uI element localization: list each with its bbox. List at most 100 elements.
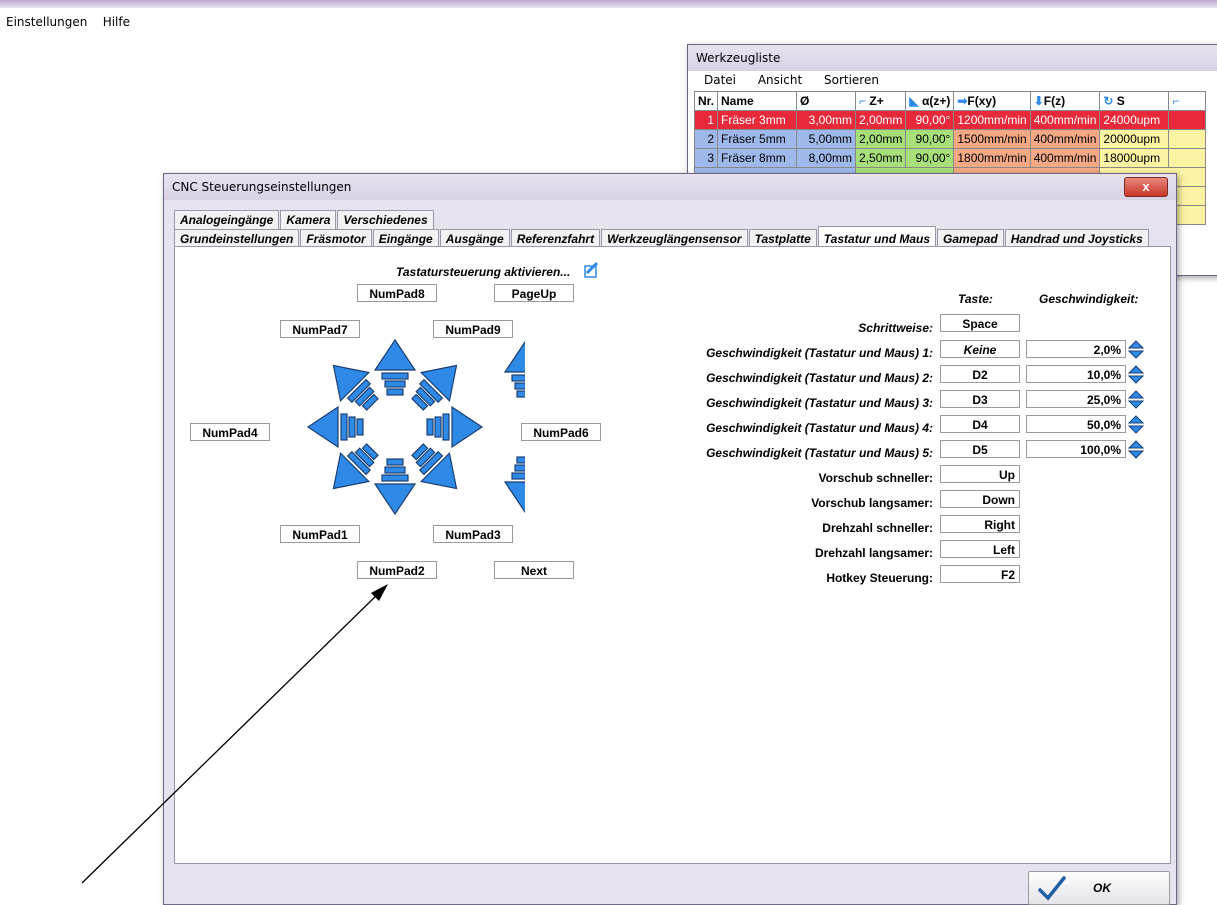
z-step-icon: ⌐ bbox=[859, 94, 867, 108]
ok-button[interactable]: OK bbox=[1028, 871, 1170, 905]
arrow-up-right-icon[interactable] bbox=[402, 350, 472, 420]
speed-4-key-field[interactable]: D4 bbox=[940, 415, 1020, 433]
table-row[interactable]: 1 Fräser 3mm 3,00mm 2,00mm 90,00° 1200mm… bbox=[693, 110, 1207, 130]
arrow-down-left-icon[interactable] bbox=[318, 434, 388, 504]
col-angle[interactable]: ◣ α(z+) bbox=[905, 91, 955, 111]
col-z[interactable]: ⌐ Z+ bbox=[855, 91, 907, 111]
table-row[interactable]: 2 Fräser 5mm 5,00mm 2,00mm 90,00° 1500mm… bbox=[693, 129, 1207, 149]
key-numpad7[interactable]: NumPad7 bbox=[280, 320, 360, 338]
speed-4-value-field[interactable]: 50,0% bbox=[1026, 415, 1126, 433]
key-numpad4[interactable]: NumPad4 bbox=[190, 423, 270, 441]
cell-fxy: 1200mm/min bbox=[953, 110, 1031, 130]
speed-3-key-field[interactable]: D3 bbox=[940, 390, 1020, 408]
speed-1-value-field[interactable]: 2,0% bbox=[1026, 340, 1126, 358]
col-angle-label: α(z+) bbox=[921, 94, 951, 108]
key-pageup[interactable]: PageUp bbox=[494, 284, 574, 302]
tool-list-menu: Datei Ansicht Sortieren bbox=[698, 73, 891, 87]
col-nr[interactable]: Nr. bbox=[693, 91, 719, 111]
arrow-up-icon[interactable] bbox=[374, 339, 416, 396]
feed-slower-key-field[interactable]: Down bbox=[940, 490, 1020, 508]
speed-3-label: Geschwindigkeit (Tastatur und Maus) 3: bbox=[706, 396, 933, 410]
rotate-icon: ↻ bbox=[1103, 94, 1114, 108]
speed-5-spinner-icon[interactable] bbox=[1128, 440, 1144, 460]
speed-1-key-field[interactable]: Keine bbox=[940, 340, 1020, 358]
feed-faster-key-field[interactable]: Up bbox=[940, 465, 1020, 483]
speed-2-label: Geschwindigkeit (Tastatur und Maus) 2: bbox=[706, 371, 933, 385]
menu-hilfe[interactable]: Hilfe bbox=[97, 12, 136, 32]
col-s-label: S bbox=[1116, 94, 1125, 108]
cell-nr: 3 bbox=[693, 148, 719, 168]
speed-2-key-field[interactable]: D2 bbox=[940, 365, 1020, 383]
spindle-slower-key-field[interactable]: Left bbox=[940, 540, 1020, 558]
speed-4-label: Geschwindigkeit (Tastatur und Maus) 4: bbox=[706, 421, 933, 435]
arrow-right-icon[interactable] bbox=[426, 406, 483, 448]
arrow-down-icon: ⬇ bbox=[1033, 94, 1044, 108]
cell-s: 24000upm bbox=[1099, 110, 1170, 130]
close-button[interactable]: x bbox=[1124, 177, 1168, 197]
cnc-settings-dialog: CNC Steuerungseinstellungen x Analogeing… bbox=[163, 173, 1177, 905]
key-next[interactable]: Next bbox=[494, 561, 574, 579]
main-menubar: Einstellungen Hilfe bbox=[0, 12, 136, 34]
col-diameter[interactable]: Ø bbox=[796, 91, 857, 111]
tab-row-1: Analogeingänge Kamera Verschiedenes bbox=[174, 210, 435, 229]
hotkey-control-key-field[interactable]: F2 bbox=[940, 565, 1020, 583]
cell-fz: 400mm/min bbox=[1029, 148, 1101, 168]
speed-5-value-field[interactable]: 100,0% bbox=[1026, 440, 1126, 458]
speed-4-spinner-icon[interactable] bbox=[1128, 415, 1144, 435]
col-extra[interactable]: ⌐ bbox=[1168, 91, 1207, 111]
tab-tastatur-und-maus[interactable]: Tastatur und Maus bbox=[817, 226, 937, 248]
cell-fz: 400mm/min bbox=[1029, 110, 1101, 130]
enable-keyboard-checkbox[interactable] bbox=[582, 261, 602, 279]
menu-ansicht[interactable]: Ansicht bbox=[752, 73, 802, 87]
speed-5-key-field[interactable]: D5 bbox=[940, 440, 1020, 458]
key-numpad3[interactable]: NumPad3 bbox=[433, 525, 513, 543]
cell-name: Fräser 8mm bbox=[717, 148, 798, 168]
step-key-field[interactable]: Space bbox=[940, 314, 1020, 332]
hotkey-control-label: Hotkey Steuerung: bbox=[826, 571, 933, 585]
spindle-faster-label: Drehzahl schneller: bbox=[822, 521, 933, 535]
speed-3-value-field[interactable]: 25,0% bbox=[1026, 390, 1126, 408]
keyboard-settings-panel: Tastatursteuerung aktivieren... NumPad8 … bbox=[174, 246, 1171, 864]
speed-1-spinner-icon[interactable] bbox=[1128, 340, 1144, 360]
key-numpad8[interactable]: NumPad8 bbox=[357, 284, 437, 302]
key-numpad6[interactable]: NumPad6 bbox=[521, 423, 601, 441]
tool-table-header: Nr. Name Ø ⌐ Z+ ◣ α(z+) ➡F(xy) ⬇F(z) ↻ S… bbox=[693, 91, 1207, 111]
arrow-down-right-icon[interactable] bbox=[402, 434, 472, 504]
dialog-titlebar: CNC Steuerungseinstellungen bbox=[164, 174, 1176, 200]
menu-datei[interactable]: Datei bbox=[698, 73, 736, 87]
menu-einstellungen[interactable]: Einstellungen bbox=[0, 12, 93, 32]
col-fz-label: F(z) bbox=[1043, 94, 1066, 108]
key-numpad2[interactable]: NumPad2 bbox=[357, 561, 437, 579]
col-fz[interactable]: ⬇F(z) bbox=[1029, 91, 1101, 111]
speed-2-value-field[interactable]: 10,0% bbox=[1026, 365, 1126, 383]
table-row[interactable]: 3 Fräser 8mm 8,00mm 2,50mm 90,00° 1800mm… bbox=[693, 148, 1207, 168]
tab-analogeingaenge[interactable]: Analogeingänge bbox=[174, 210, 280, 229]
speed-3-spinner-icon[interactable] bbox=[1128, 390, 1144, 410]
col-z-label: Z+ bbox=[869, 94, 884, 108]
ok-button-label: OK bbox=[1093, 881, 1111, 895]
col-name[interactable]: Name bbox=[717, 91, 798, 111]
checkmark-icon bbox=[1038, 876, 1066, 901]
cell-z: 2,50mm bbox=[855, 148, 907, 168]
arrow-z-up-icon[interactable] bbox=[504, 341, 525, 398]
cell-extra bbox=[1168, 129, 1207, 149]
cell-name: Fräser 5mm bbox=[717, 129, 798, 149]
cell-angle: 90,00° bbox=[905, 129, 955, 149]
tab-verschiedenes[interactable]: Verschiedenes bbox=[337, 210, 434, 229]
arrow-z-down-icon[interactable] bbox=[504, 456, 525, 513]
arrow-up-left-icon[interactable] bbox=[318, 350, 388, 420]
col-s[interactable]: ↻ S bbox=[1099, 91, 1170, 111]
spindle-faster-key-field[interactable]: Right bbox=[940, 515, 1020, 533]
menu-sortieren[interactable]: Sortieren bbox=[818, 73, 879, 87]
speed-1-label: Geschwindigkeit (Tastatur und Maus) 1: bbox=[706, 346, 933, 360]
arrow-down-icon[interactable] bbox=[374, 458, 416, 515]
arrow-left-icon[interactable] bbox=[307, 406, 364, 448]
cell-s: 20000upm bbox=[1099, 129, 1170, 149]
key-numpad9[interactable]: NumPad9 bbox=[433, 320, 513, 338]
tab-kamera[interactable]: Kamera bbox=[280, 210, 337, 229]
cell-diameter: 5,00mm bbox=[796, 129, 857, 149]
cell-extra bbox=[1168, 110, 1207, 130]
col-fxy[interactable]: ➡F(xy) bbox=[953, 91, 1031, 111]
speed-2-spinner-icon[interactable] bbox=[1128, 365, 1144, 385]
key-numpad1[interactable]: NumPad1 bbox=[280, 525, 360, 543]
